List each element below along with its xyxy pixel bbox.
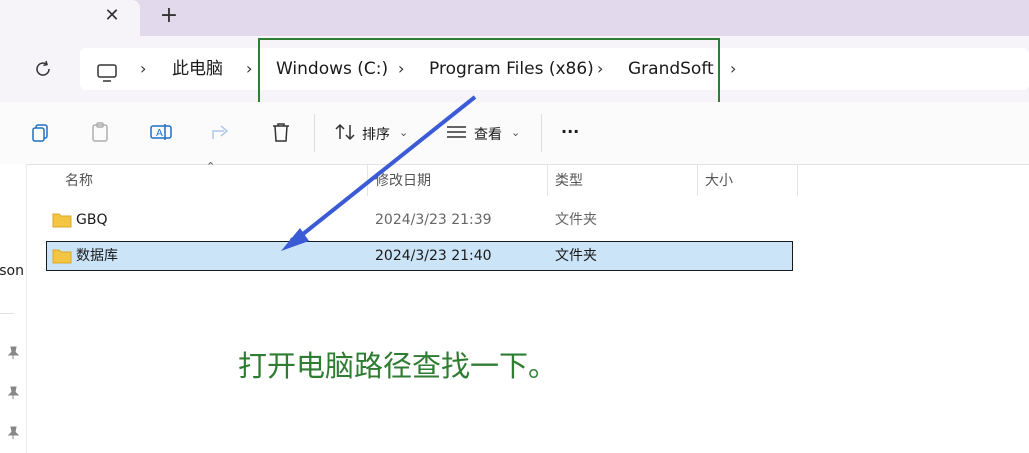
sidebar-item-personal[interactable]: Person [0, 263, 24, 283]
chevron-down-icon[interactable]: ⌄ [399, 126, 408, 139]
rename-icon[interactable]: A [148, 119, 174, 145]
sort-button[interactable]: 排序 [362, 124, 390, 144]
breadcrumb-separator[interactable]: › [246, 48, 252, 90]
column-divider[interactable] [367, 164, 368, 196]
sort-ascending-icon: ⌃ [206, 160, 216, 173]
column-divider[interactable] [547, 164, 548, 196]
pin-icon[interactable] [6, 345, 20, 359]
annotation-text: 打开电脑路径查找一下。 [238, 349, 558, 383]
row-type: 文件夹 [555, 248, 597, 264]
pin-icon[interactable] [6, 385, 20, 399]
sidebar-divider [0, 313, 14, 314]
tab-bar [0, 0, 1029, 36]
view-icon[interactable] [444, 119, 470, 145]
navigation-pane [0, 164, 27, 453]
toolbar-divider [314, 114, 315, 152]
share-icon[interactable] [208, 119, 234, 145]
row-name: 数据库 [76, 248, 118, 264]
path-highlight-box [258, 38, 720, 110]
table-row[interactable]: GBQ 2024/3/23 21:39 文件夹 [46, 205, 793, 235]
close-icon[interactable]: ✕ [102, 5, 122, 27]
column-header-size[interactable]: 大小 [705, 164, 733, 198]
row-date: 2024/3/23 21:40 [375, 248, 492, 264]
row-type: 文件夹 [555, 212, 597, 228]
folder-icon [52, 212, 72, 228]
breadcrumb-separator[interactable]: › [730, 48, 736, 90]
chevron-down-icon[interactable]: ⌄ [511, 126, 520, 139]
refresh-icon[interactable] [32, 58, 54, 80]
view-button[interactable]: 查看 [474, 124, 502, 144]
plus-icon[interactable]: + [158, 4, 180, 28]
breadcrumb-this-pc[interactable]: 此电脑 [172, 48, 223, 90]
row-name: GBQ [76, 212, 108, 228]
row-date: 2024/3/23 21:39 [375, 212, 492, 228]
column-header-date-modified[interactable]: 修改日期 [375, 164, 431, 198]
column-header-name[interactable]: 名称 [65, 164, 93, 198]
sort-icon[interactable] [332, 119, 358, 145]
computer-icon[interactable] [96, 58, 118, 82]
breadcrumb-separator[interactable]: › [140, 48, 146, 90]
column-divider[interactable] [797, 164, 798, 196]
toolbar-divider [541, 114, 542, 152]
column-divider[interactable] [697, 164, 698, 196]
folder-icon [52, 248, 72, 264]
paste-icon[interactable] [88, 119, 114, 145]
delete-icon[interactable] [268, 119, 294, 145]
table-row-selected[interactable]: 数据库 2024/3/23 21:40 文件夹 [46, 241, 793, 271]
copy-icon[interactable] [28, 119, 54, 145]
column-header-type[interactable]: 类型 [555, 164, 583, 198]
pin-icon[interactable] [6, 425, 20, 439]
more-options-button[interactable]: ··· [561, 122, 579, 141]
svg-text:A: A [156, 128, 163, 139]
